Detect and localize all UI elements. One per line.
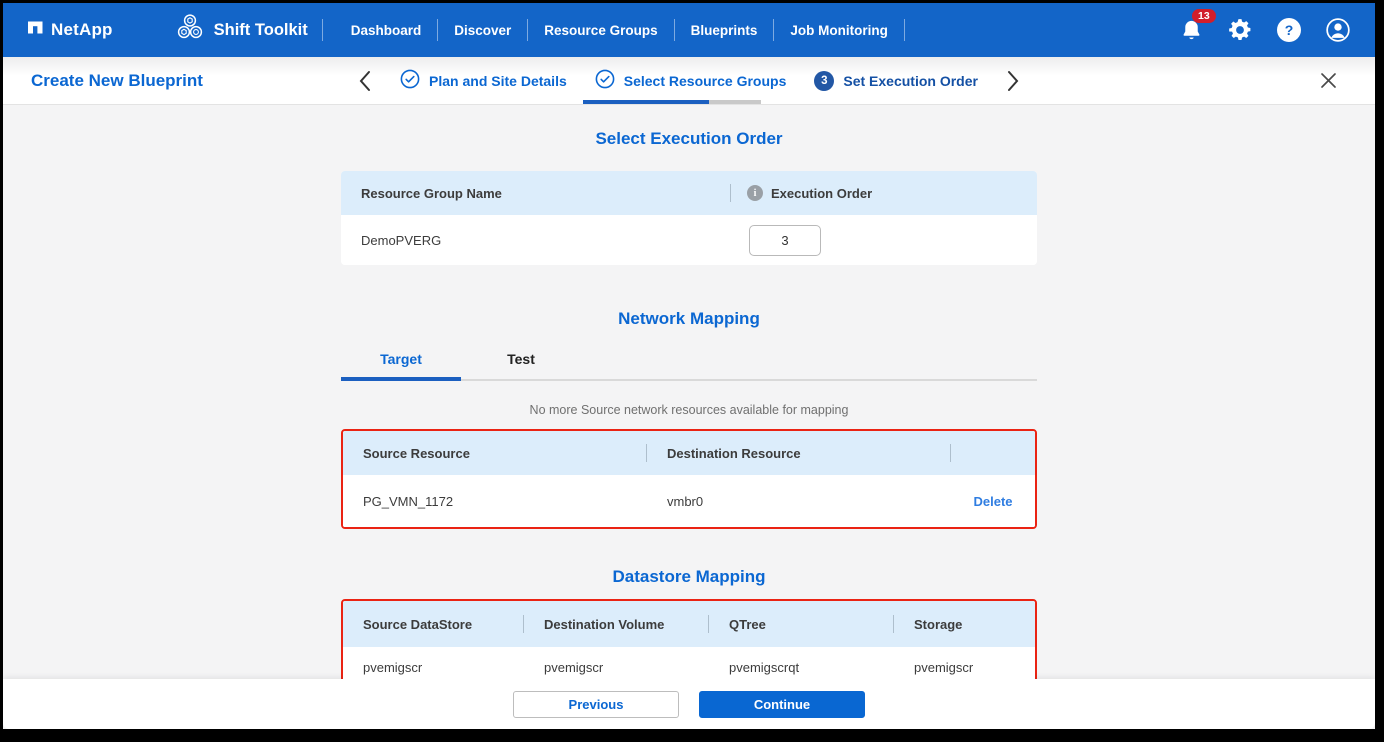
- column-divider: [730, 184, 731, 202]
- app-window: NetApp Shift Toolkit Dashboard Discover: [3, 3, 1375, 729]
- stepper-back-chevron-icon[interactable]: [358, 70, 372, 92]
- step-select-resource-groups[interactable]: Select Resource Groups: [595, 69, 787, 92]
- column-source-datastore: Source DataStore: [343, 617, 523, 632]
- active-tab-indicator: [341, 377, 461, 381]
- top-nav: NetApp Shift Toolkit Dashboard Discover: [3, 3, 1375, 57]
- tab-test[interactable]: Test: [461, 343, 581, 379]
- table-row: pvemigscr pvemigscr pvemigscrqt pvemigsc…: [343, 647, 1035, 679]
- nav-item-blueprints[interactable]: Blueprints: [689, 19, 760, 42]
- column-source-resource: Source Resource: [343, 446, 646, 461]
- source-resource-value: PG_VMN_1172: [343, 494, 647, 509]
- execution-order-title: Select Execution Order: [3, 129, 1375, 149]
- brand-name: NetApp: [51, 20, 113, 40]
- nav-actions: 13 ?: [1180, 17, 1351, 43]
- network-mapping-title: Network Mapping: [3, 309, 1375, 329]
- nav-divider: [322, 19, 323, 41]
- no-more-resources-message: No more Source network resources availab…: [3, 403, 1375, 417]
- netapp-logo-icon: [27, 19, 44, 41]
- column-storage: Storage: [894, 617, 962, 632]
- nav-item-resource-groups[interactable]: Resource Groups: [542, 19, 659, 42]
- column-qtree: QTree: [709, 617, 893, 632]
- step-label: Select Resource Groups: [624, 73, 787, 89]
- nav-divider: [773, 19, 774, 41]
- netapp-logo[interactable]: NetApp: [27, 19, 113, 41]
- wizard-footer: Previous Continue: [3, 679, 1375, 729]
- continue-button[interactable]: Continue: [699, 691, 865, 718]
- product-name: Shift Toolkit: [214, 21, 308, 40]
- tab-underline: [341, 379, 1037, 381]
- column-resource-group-name: Resource Group Name: [341, 186, 730, 201]
- column-execution-order: Execution Order: [771, 186, 872, 201]
- notification-count-badge: 13: [1192, 9, 1216, 24]
- shift-toolkit-icon: [175, 12, 205, 49]
- step-plan-and-site-details[interactable]: Plan and Site Details: [400, 69, 567, 92]
- step-progress-bar-remaining: [709, 100, 761, 104]
- execution-order-input[interactable]: [749, 225, 821, 256]
- stepper-forward-chevron-icon[interactable]: [1006, 70, 1020, 92]
- close-icon[interactable]: [1320, 72, 1337, 89]
- nav-item-discover[interactable]: Discover: [452, 19, 513, 42]
- nav-item-dashboard[interactable]: Dashboard: [349, 19, 424, 42]
- step-check-icon: [400, 69, 420, 92]
- step-label: Set Execution Order: [843, 73, 978, 89]
- destination-volume-value: pvemigscr: [524, 660, 709, 675]
- destination-resource-value: vmbr0: [647, 494, 951, 509]
- page-title: Create New Blueprint: [31, 71, 203, 91]
- datastore-mapping-table-header: Source DataStore Destination Volume QTre…: [343, 601, 1035, 647]
- nav-divider: [674, 19, 675, 41]
- column-destination-resource: Destination Resource: [647, 446, 950, 461]
- shift-toolkit-logo[interactable]: Shift Toolkit: [175, 12, 308, 49]
- main-nav: Dashboard Discover Resource Groups Bluep…: [349, 19, 919, 42]
- table-row: DemoPVERG: [341, 215, 1037, 265]
- storage-value: pvemigscr: [894, 660, 973, 675]
- network-mapping-tabs: Target Test: [341, 343, 1037, 379]
- execution-order-table-header: Resource Group Name i Execution Order: [341, 171, 1037, 215]
- user-avatar-icon[interactable]: [1325, 17, 1351, 43]
- resource-group-name-value: DemoPVERG: [341, 233, 441, 248]
- step-progress-bar-active: [583, 100, 709, 104]
- info-icon[interactable]: i: [747, 185, 763, 201]
- wizard-stepper: Plan and Site Details Select Resource Gr…: [358, 69, 1020, 92]
- delete-button[interactable]: Delete: [973, 494, 1012, 509]
- step-number-icon: 3: [814, 71, 834, 91]
- tab-target[interactable]: Target: [341, 343, 461, 379]
- execution-order-table: Resource Group Name i Execution Order De…: [341, 171, 1037, 265]
- step-label: Plan and Site Details: [429, 73, 567, 89]
- nav-item-job-monitoring[interactable]: Job Monitoring: [788, 19, 889, 42]
- settings-gear-icon[interactable]: [1227, 17, 1253, 43]
- wizard-content: Select Execution Order Resource Group Na…: [3, 105, 1375, 679]
- datastore-mapping-title: Datastore Mapping: [3, 567, 1375, 587]
- wizard-header: Create New Blueprint Plan and Site Detai…: [3, 57, 1375, 105]
- datastore-mapping-table: Source DataStore Destination Volume QTre…: [341, 599, 1037, 679]
- step-set-execution-order[interactable]: 3 Set Execution Order: [814, 71, 978, 91]
- source-datastore-value: pvemigscr: [343, 660, 524, 675]
- nav-divider: [904, 19, 905, 41]
- help-icon[interactable]: ?: [1277, 18, 1301, 42]
- previous-button[interactable]: Previous: [513, 691, 679, 718]
- screenshot-frame: NetApp Shift Toolkit Dashboard Discover: [0, 0, 1384, 742]
- nav-divider: [527, 19, 528, 41]
- step-check-icon: [595, 69, 615, 92]
- column-divider: [950, 444, 951, 462]
- network-mapping-table-header: Source Resource Destination Resource: [343, 431, 1035, 475]
- column-destination-volume: Destination Volume: [524, 617, 708, 632]
- network-mapping-table: Source Resource Destination Resource PG_…: [341, 429, 1037, 529]
- table-row: PG_VMN_1172 vmbr0 Delete: [343, 475, 1035, 527]
- notifications-bell-icon[interactable]: 13: [1180, 18, 1203, 43]
- qtree-value: pvemigscrqt: [709, 660, 894, 675]
- nav-divider: [437, 19, 438, 41]
